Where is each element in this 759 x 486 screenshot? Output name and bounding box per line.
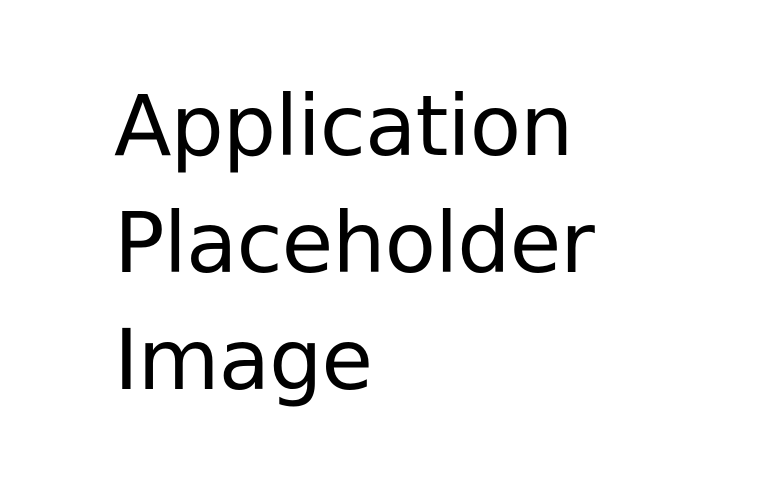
- placeholder-text: Application Placeholder Image: [114, 68, 595, 419]
- placeholder-line-2: Placeholder: [114, 194, 595, 292]
- placeholder-line-3: Image: [114, 311, 373, 409]
- placeholder-line-1: Application: [114, 77, 573, 175]
